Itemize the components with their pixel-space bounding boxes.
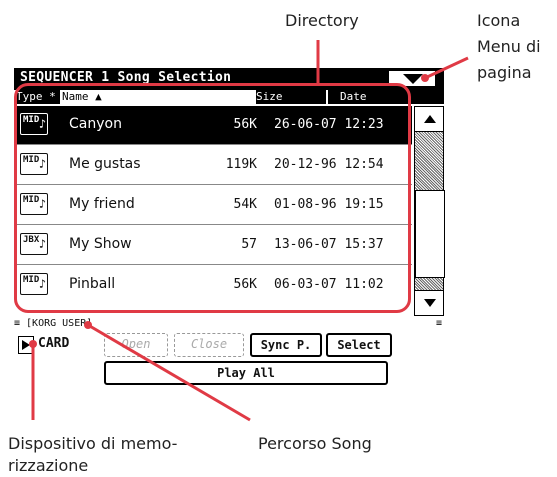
col-size-header[interactable]: Size (256, 90, 326, 104)
midi-file-icon: MID ♪ (20, 113, 48, 135)
scroll-up-button[interactable] (414, 106, 444, 132)
jukebox-file-icon: JBX ♪ (20, 233, 48, 255)
file-size: 56K (233, 117, 257, 132)
file-date: 06-03-07 11:02 (274, 277, 384, 292)
file-date: 13-06-07 15:37 (274, 237, 384, 252)
file-name: My Show (69, 236, 132, 252)
file-date: 20-12-96 12:54 (274, 157, 384, 172)
scrollbar[interactable] (414, 106, 445, 316)
triangle-right-icon (22, 340, 30, 350)
file-name: My friend (69, 196, 135, 212)
file-size: 56K (233, 277, 257, 292)
scroll-track[interactable] (414, 132, 445, 290)
callout-menu-icon-1: Icona (477, 11, 521, 30)
file-size: 119K (225, 157, 257, 172)
scroll-down-button[interactable] (414, 290, 444, 316)
callout-song-path: Percorso Song (258, 434, 372, 453)
callout-device-2: rizzazione (8, 456, 89, 475)
device-select-button[interactable] (18, 336, 34, 354)
list-item[interactable]: MID ♪ Canyon 56K 26-06-07 12:23 (14, 106, 412, 144)
play-all-button[interactable]: Play All (104, 361, 388, 385)
col-name-header[interactable]: Name ▲ (62, 90, 252, 104)
file-name: Canyon (69, 116, 122, 132)
callout-device-1: Dispositivo di memo- (8, 434, 178, 453)
list-item[interactable]: MID ♪ My friend 54K 01-08-96 19:15 (14, 186, 412, 224)
list-item[interactable]: MID ♪ Me gustas 119K 20-12-96 12:54 (14, 146, 412, 184)
path-text: ≡ [KORG USER] (14, 318, 93, 329)
file-size: 54K (233, 197, 257, 212)
file-date: 26-06-07 12:23 (274, 117, 384, 132)
callout-directory: Directory (285, 11, 359, 30)
midi-file-icon: MID ♪ (20, 153, 48, 175)
list-item[interactable]: JBX ♪ My Show 57 13-06-07 15:37 (14, 226, 412, 264)
midi-file-icon: MID ♪ (20, 193, 48, 215)
device-label: CARD (38, 336, 70, 351)
song-path: ≡ [KORG USER] ≡ (14, 318, 444, 330)
callout-menu-icon-2: Menu di (477, 37, 541, 56)
arrow-up-icon (424, 115, 436, 123)
file-size: 57 (241, 237, 257, 252)
col-type-header[interactable]: Type * (16, 90, 60, 104)
triangle-down-icon (403, 74, 423, 84)
file-name: Me gustas (69, 156, 141, 172)
close-button[interactable]: Close (174, 333, 244, 357)
open-button[interactable]: Open (104, 333, 168, 357)
title-bar: SEQUENCER 1 Song Selection (14, 68, 444, 90)
scroll-thumb[interactable] (415, 190, 445, 278)
col-date-header[interactable]: Date (328, 90, 444, 104)
file-name: Pinball (69, 276, 116, 292)
midi-file-icon: MID ♪ (20, 273, 48, 295)
path-menu-icon[interactable]: ≡ (436, 318, 442, 330)
sequencer-screen: SEQUENCER 1 Song Selection Type * Name ▲… (14, 68, 445, 385)
file-list: MID ♪ Canyon 56K 26-06-07 12:23 MID ♪ Me g… (14, 106, 412, 316)
page-menu-button[interactable] (388, 70, 436, 87)
window-title: SEQUENCER 1 Song Selection (20, 70, 232, 85)
list-item[interactable]: MID ♪ Pinball 56K 06-03-07 11:02 (14, 266, 412, 304)
select-button[interactable]: Select (326, 333, 392, 357)
callout-menu-icon-3: pagina (477, 63, 532, 82)
arrow-down-icon (424, 299, 436, 307)
sync-button[interactable]: Sync P. (250, 333, 322, 357)
file-date: 01-08-96 19:15 (274, 197, 384, 212)
